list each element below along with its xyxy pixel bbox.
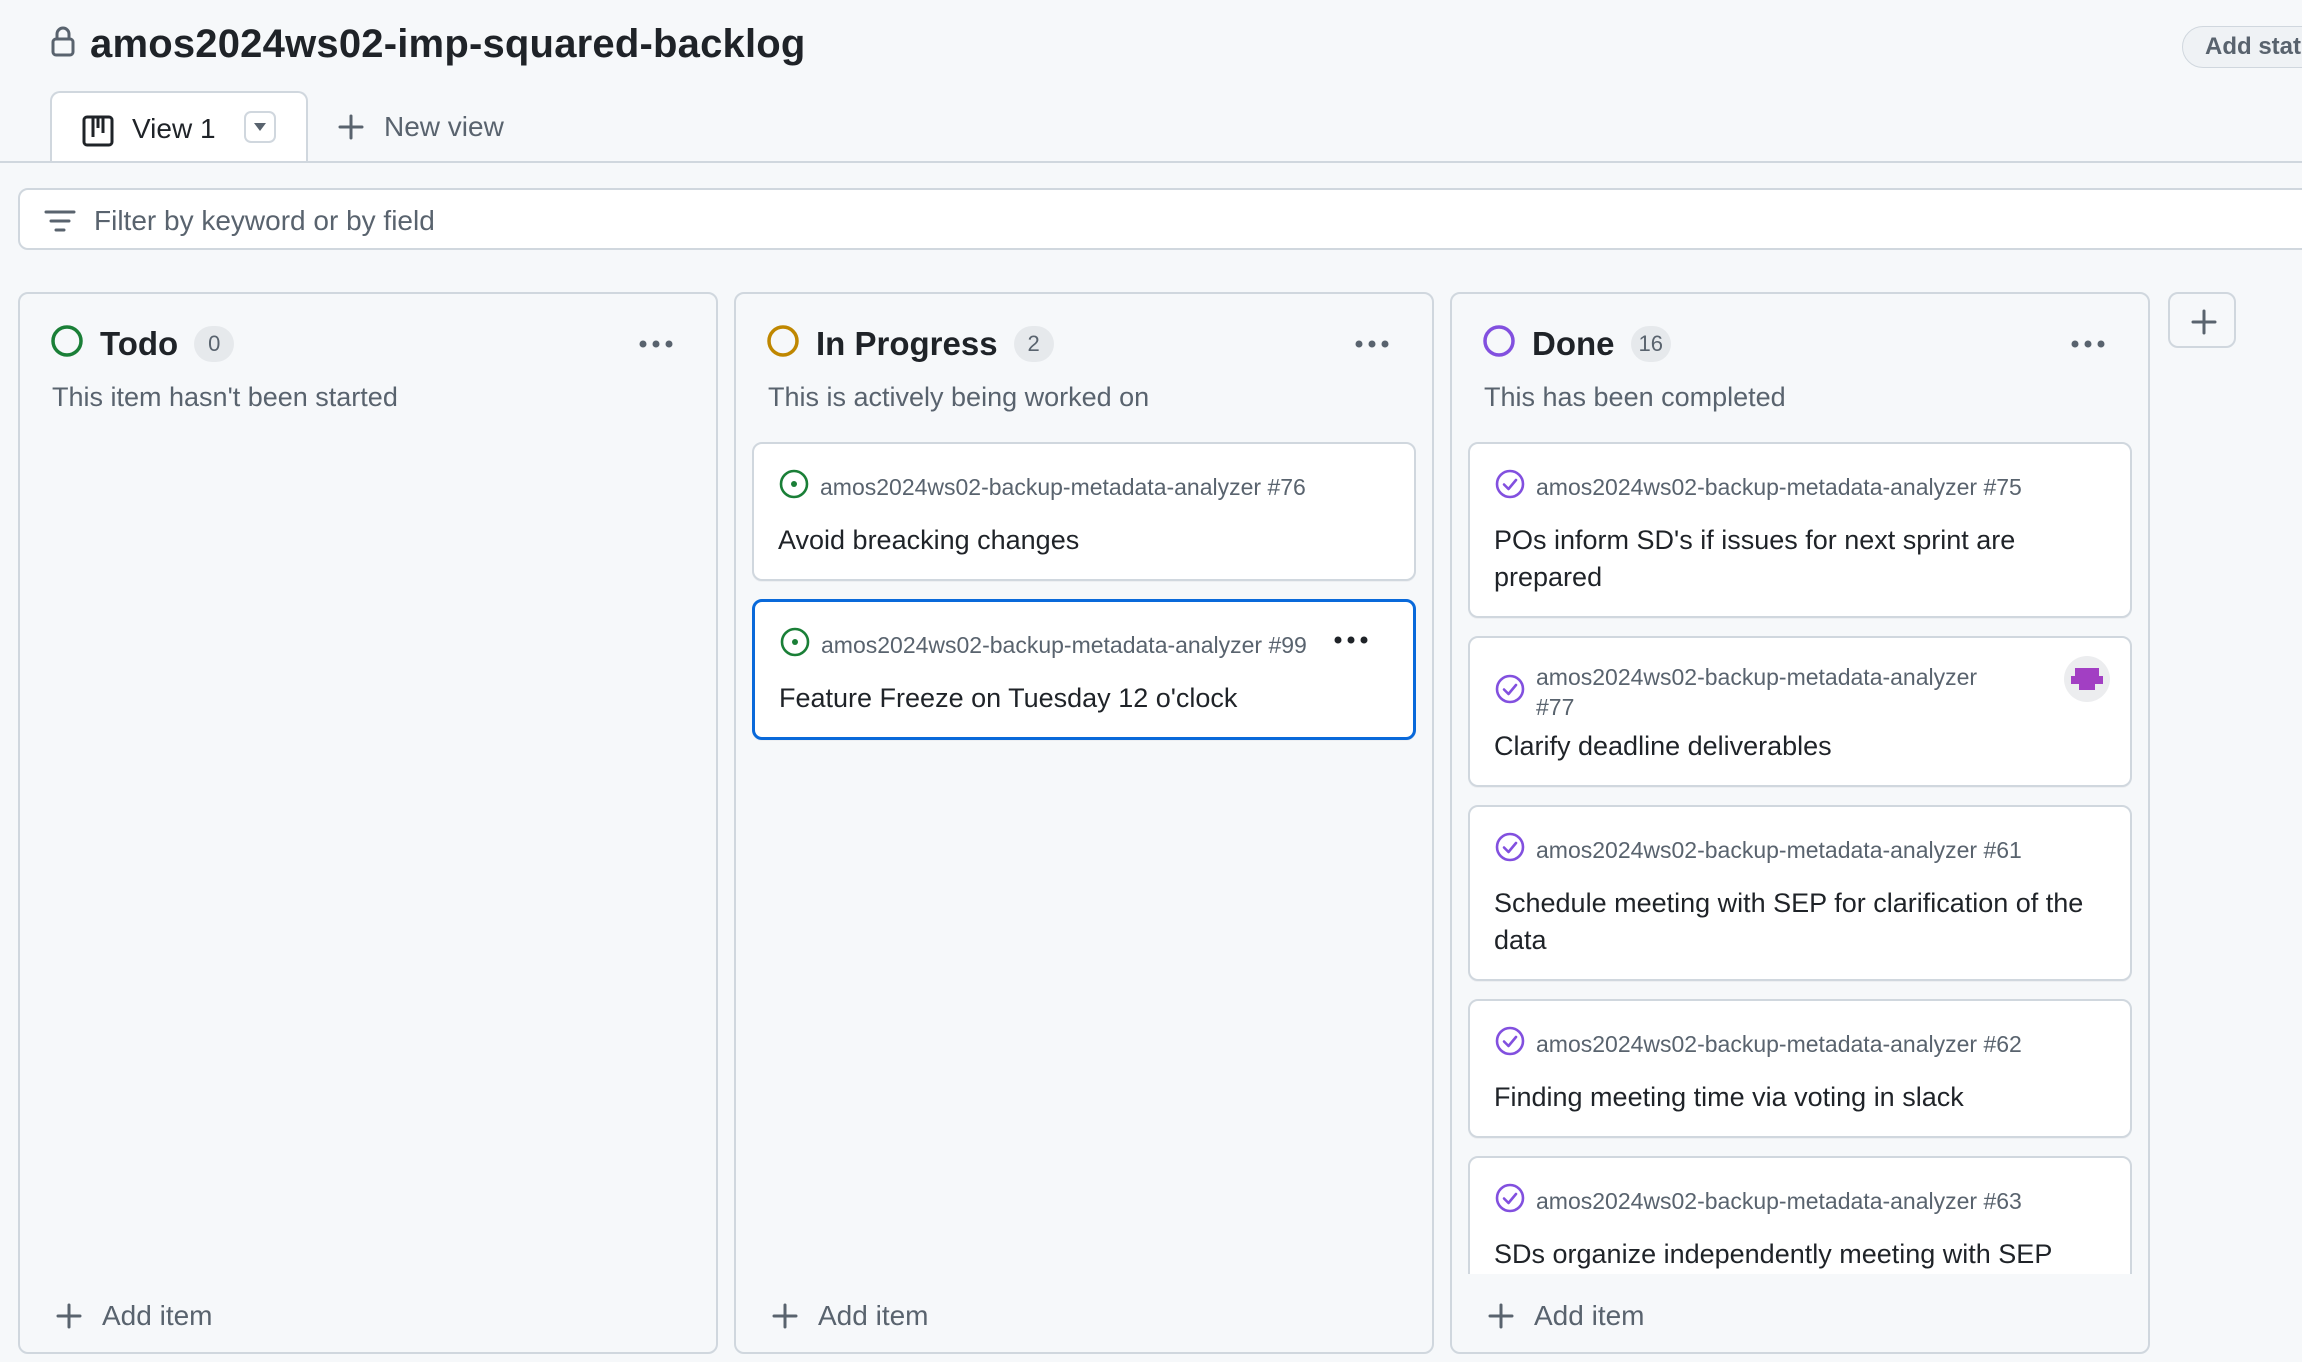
- tab-view-1[interactable]: View 1: [50, 91, 308, 163]
- column-count: 0: [194, 325, 235, 362]
- issue-title[interactable]: Schedule meeting with SEP for clarificat…: [1494, 885, 2106, 959]
- add-item-button[interactable]: Add item: [56, 1300, 213, 1332]
- add-item-button[interactable]: Add item: [772, 1300, 929, 1332]
- issue-reference[interactable]: amos2024ws02-backup-metadata-analyzer #9…: [821, 630, 1307, 660]
- issue-title[interactable]: Finding meeting time via voting in slack: [1494, 1079, 2106, 1116]
- filter-icon: [44, 209, 76, 238]
- issue-closed-icon: [1494, 1182, 1526, 1220]
- status-done-circle-icon: [1482, 324, 1516, 363]
- tabs-divider: [0, 161, 2302, 163]
- add-item-button[interactable]: Add item: [1488, 1300, 1645, 1332]
- plus-icon: [56, 1303, 82, 1329]
- column-more-options-icon[interactable]: [2070, 336, 2106, 354]
- column-done: Done 16 This has been completed amos2024…: [1450, 292, 2150, 1354]
- column-name: Todo: [100, 324, 179, 362]
- issue-title[interactable]: SDs organize independently meeting with …: [1494, 1236, 2106, 1274]
- issue-card[interactable]: amos2024ws02-backup-metadata-analyzer #7…: [752, 442, 1416, 581]
- column-more-options-icon[interactable]: [638, 336, 674, 354]
- status-in-progress-circle-icon: [766, 324, 800, 363]
- column-name: Done: [1532, 324, 1615, 362]
- plus-icon: [1488, 1303, 1514, 1329]
- add-status-button[interactable]: Add statu: [2182, 26, 2302, 68]
- column-more-options-icon[interactable]: [1354, 336, 1390, 354]
- column-description: This item hasn't been started: [52, 382, 398, 412]
- issue-card[interactable]: amos2024ws02-backup-metadata-analyzer #6…: [1468, 1156, 2132, 1274]
- issue-title[interactable]: Clarify deadline deliverables: [1494, 728, 2106, 765]
- filter-input[interactable]: [92, 200, 1096, 242]
- board-view-icon: [82, 115, 114, 152]
- new-view-button[interactable]: New view: [338, 111, 504, 143]
- view-options-dropdown[interactable]: [244, 111, 276, 143]
- project-header: amos2024ws02-imp-squared-backlog Add sta…: [0, 0, 2302, 163]
- new-view-label: New view: [384, 111, 504, 142]
- issue-opened-icon: [778, 468, 810, 506]
- lock-icon: [50, 25, 76, 64]
- issue-closed-icon: [1494, 1025, 1526, 1063]
- issue-reference[interactable]: amos2024ws02-backup-metadata-analyzer #6…: [1536, 835, 2022, 865]
- column-description: This has been completed: [1484, 382, 1786, 412]
- issue-card[interactable]: amos2024ws02-backup-metadata-analyzer #7…: [1468, 636, 2132, 787]
- title-row: amos2024ws02-imp-squared-backlog: [50, 22, 806, 67]
- issue-closed-icon: [1494, 673, 1526, 711]
- issue-opened-icon: [779, 626, 811, 664]
- card-list: amos2024ws02-backup-metadata-analyzer #7…: [1468, 442, 2132, 1274]
- add-column-button[interactable]: [2168, 292, 2236, 348]
- issue-card-selected[interactable]: amos2024ws02-backup-metadata-analyzer #9…: [752, 599, 1416, 740]
- issue-card[interactable]: amos2024ws02-backup-metadata-analyzer #6…: [1468, 805, 2132, 981]
- add-item-label: Add item: [818, 1300, 929, 1331]
- column-count: 2: [1013, 325, 1054, 362]
- issue-closed-icon: [1494, 831, 1526, 869]
- tab-label: View 1: [132, 113, 216, 144]
- issue-reference[interactable]: amos2024ws02-backup-metadata-analyzer #7…: [1536, 472, 2022, 502]
- issue-closed-icon: [1494, 468, 1526, 506]
- issue-card[interactable]: amos2024ws02-backup-metadata-analyzer #7…: [1468, 442, 2132, 618]
- column-todo: Todo 0 This item hasn't been started Add…: [18, 292, 718, 1354]
- column-description: This is actively being worked on: [768, 382, 1150, 412]
- add-item-label: Add item: [102, 1300, 213, 1331]
- issue-title[interactable]: POs inform SD's if issues for next sprin…: [1494, 522, 2106, 596]
- assignee-avatar[interactable]: [2064, 656, 2110, 702]
- issue-title[interactable]: Avoid breacking changes: [778, 522, 1390, 559]
- triangle-down-icon: [254, 123, 266, 131]
- issue-reference[interactable]: amos2024ws02-backup-metadata-analyzer #7…: [1536, 662, 2016, 722]
- column-count: 16: [1630, 325, 1671, 362]
- issue-reference[interactable]: amos2024ws02-backup-metadata-analyzer #6…: [1536, 1029, 2022, 1059]
- plus-icon: [2191, 309, 2217, 335]
- column-in-progress: In Progress 2 This is actively being wor…: [734, 292, 1434, 1354]
- filter-bar[interactable]: [18, 188, 2302, 250]
- card-more-options-icon[interactable]: [1333, 632, 1369, 650]
- issue-reference[interactable]: amos2024ws02-backup-metadata-analyzer #6…: [1536, 1186, 2022, 1216]
- status-open-circle-icon: [50, 324, 84, 363]
- issue-title[interactable]: Feature Freeze on Tuesday 12 o'clock: [779, 680, 1389, 717]
- plus-icon: [772, 1303, 798, 1329]
- issue-card[interactable]: amos2024ws02-backup-metadata-analyzer #6…: [1468, 999, 2132, 1138]
- card-list: amos2024ws02-backup-metadata-analyzer #7…: [752, 442, 1416, 1274]
- project-title: amos2024ws02-imp-squared-backlog: [90, 22, 806, 66]
- plus-icon: [338, 114, 364, 140]
- column-name: In Progress: [816, 324, 998, 362]
- issue-reference[interactable]: amos2024ws02-backup-metadata-analyzer #7…: [820, 472, 1306, 502]
- add-item-label: Add item: [1534, 1300, 1645, 1331]
